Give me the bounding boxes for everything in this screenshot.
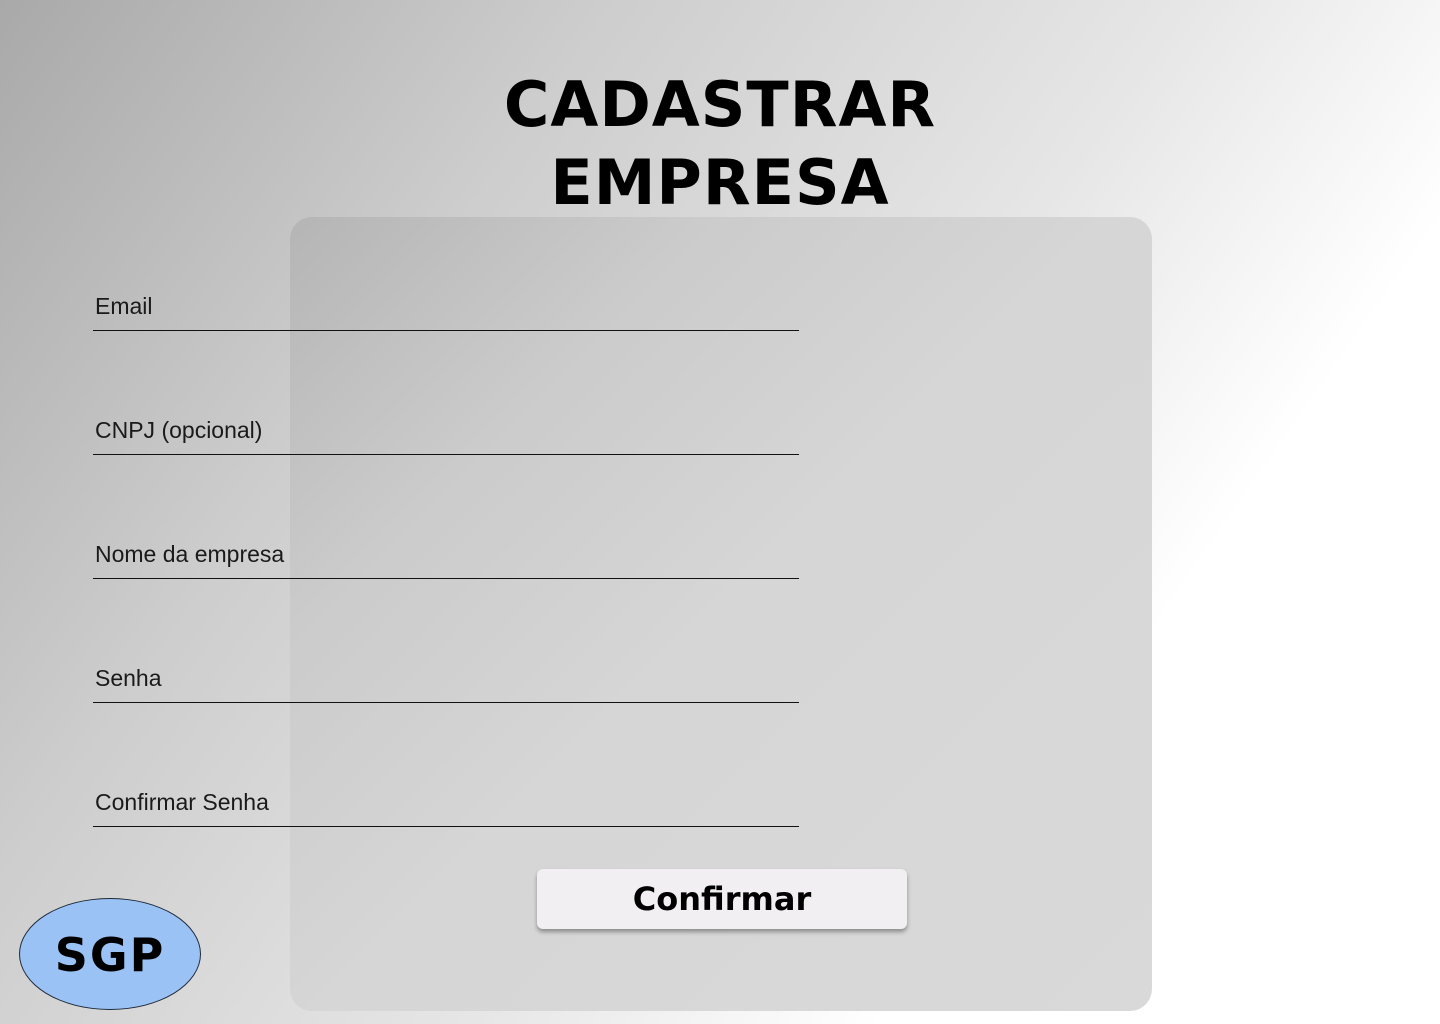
- email-input[interactable]: [95, 293, 795, 320]
- page-title: CADASTRAR EMPRESA: [420, 66, 1020, 222]
- password-input[interactable]: [95, 665, 795, 692]
- confirm-button[interactable]: Confirmar: [537, 869, 907, 929]
- company-name-input[interactable]: [95, 541, 795, 568]
- company-name-field: [93, 534, 799, 579]
- cnpj-input[interactable]: [95, 417, 795, 444]
- page-title-line-2: EMPRESA: [550, 146, 890, 219]
- sgp-logo: SGP: [19, 898, 201, 1010]
- email-field: [93, 286, 799, 331]
- confirm-password-input[interactable]: [95, 789, 795, 816]
- cnpj-field: [93, 410, 799, 455]
- page-title-line-1: CADASTRAR: [503, 68, 937, 141]
- password-field: [93, 658, 799, 703]
- logo-text: SGP: [54, 928, 166, 982]
- confirm-password-field: [93, 782, 799, 827]
